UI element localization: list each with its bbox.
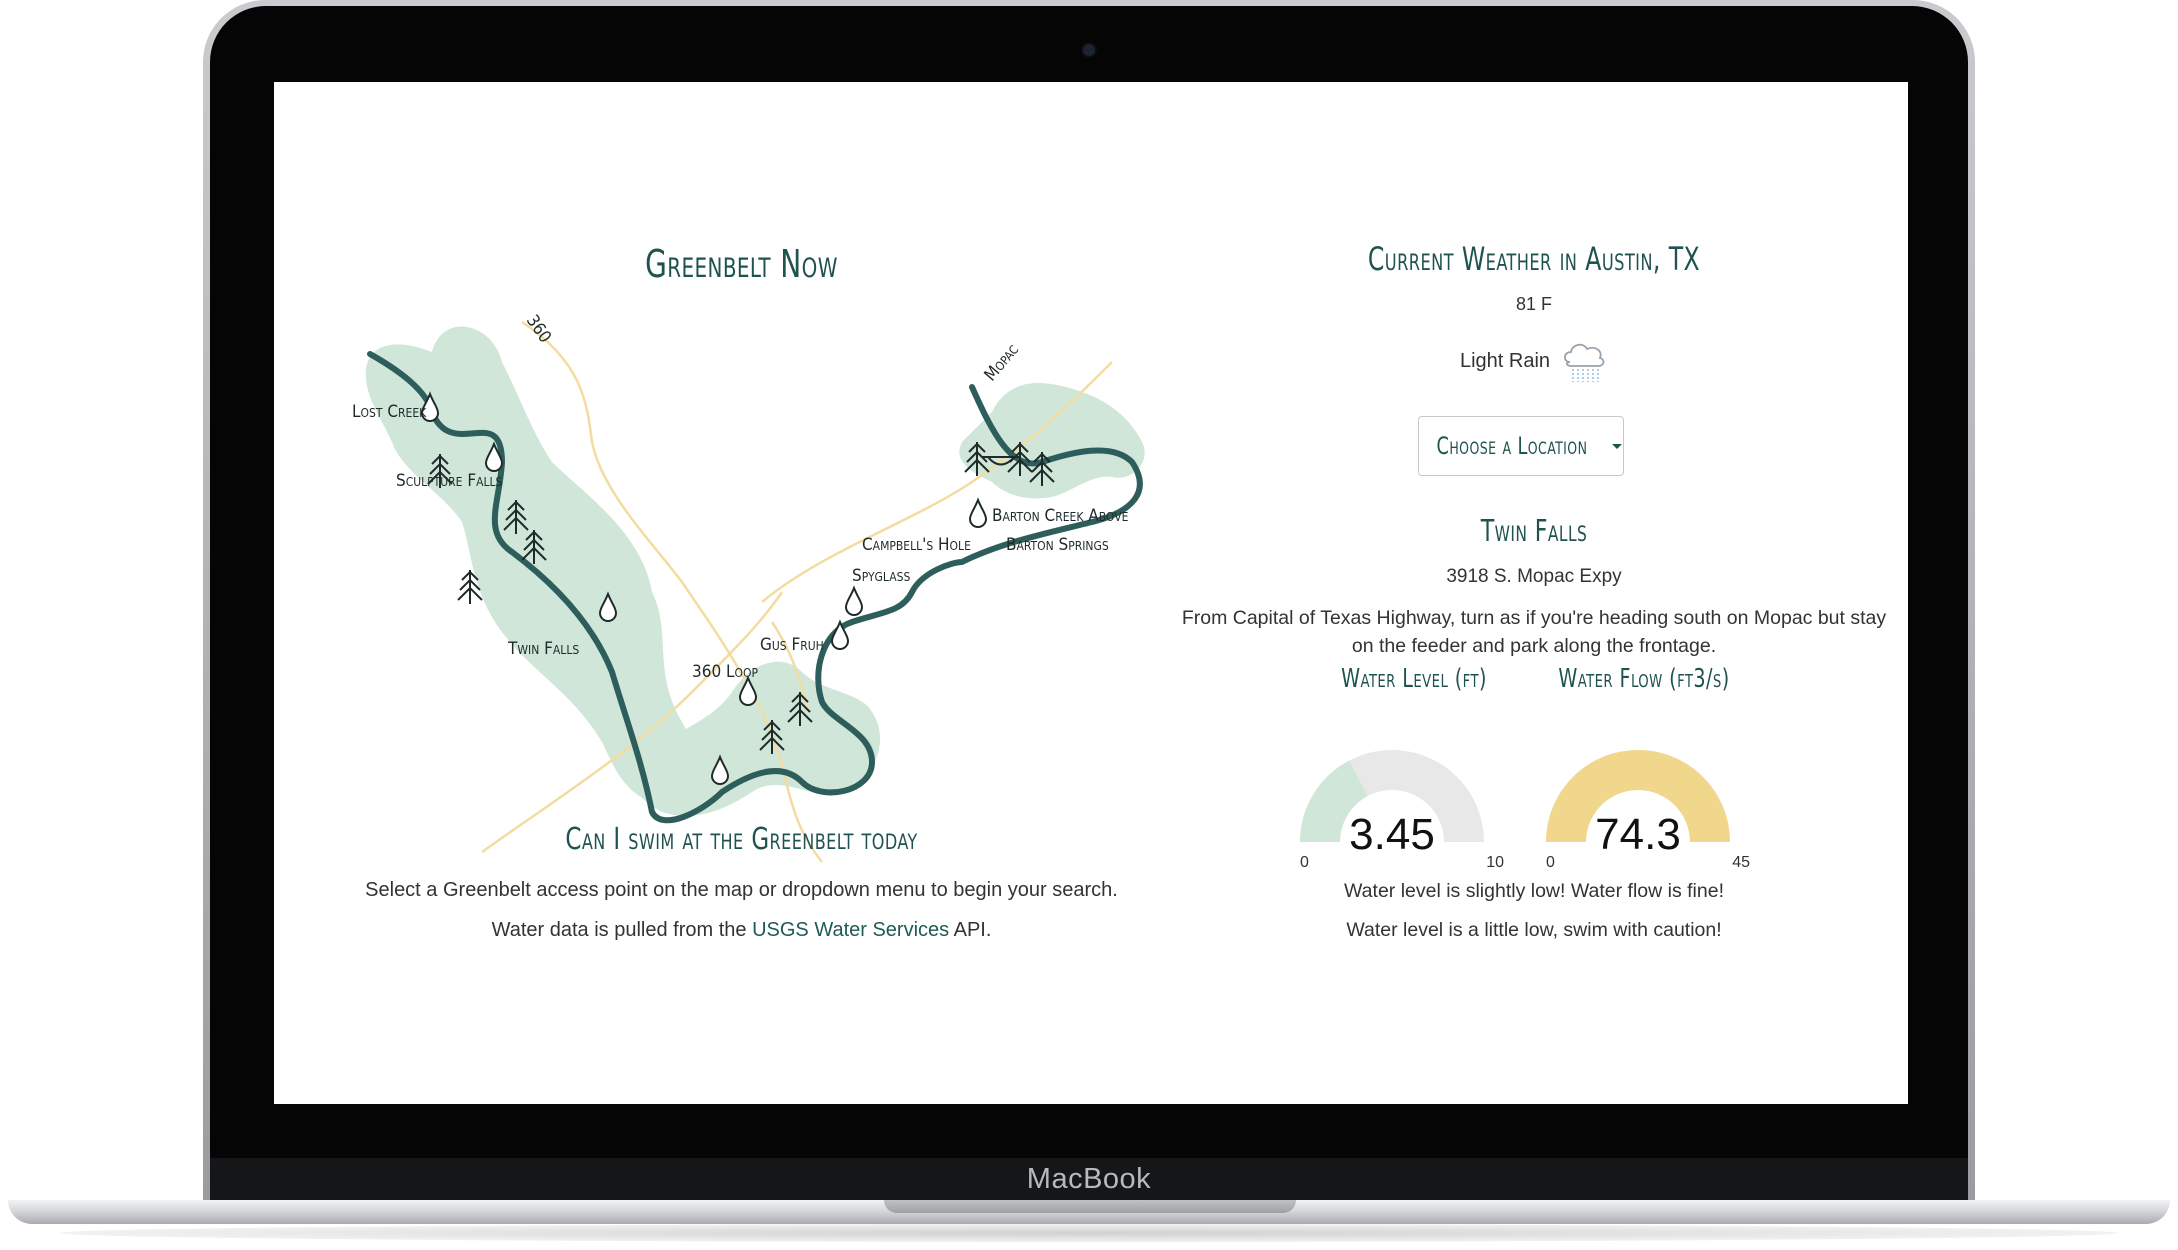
temperature: 81 F	[1515, 294, 1553, 314]
gauge-max-label: 45	[1732, 854, 1750, 871]
gauge-value: 3.45	[1349, 810, 1435, 859]
map-location-barton-creek-above[interactable]: Barton Creek Above	[992, 506, 1129, 526]
map-location-barton-springs[interactable]: Barton Springs	[1006, 535, 1109, 555]
map-location-sculpture-falls[interactable]: Sculpture Falls	[396, 471, 503, 491]
water-level-gauge: 3.45 0 10	[1292, 742, 1504, 872]
chevron-down-icon	[1611, 443, 1622, 449]
base-shadow	[60, 1224, 2118, 1242]
location-directions: From Capital of Texas Highway, turn as i…	[1181, 607, 1887, 657]
map-location-gus-fruh[interactable]: Gus Fruh	[760, 635, 824, 655]
road-label-mopac: Mopac	[981, 340, 1023, 385]
map-location-twin-falls[interactable]: Twin Falls	[507, 639, 579, 659]
greenbelt-map: 360 Mopac Lost Creek Sculpture Falls Twi…	[352, 311, 1145, 863]
water-status-line-1: Water level is slightly low! Water flow …	[1344, 880, 1724, 902]
map-location-360-loop[interactable]: 360 Loop	[692, 662, 759, 682]
map-location-campbells-hole[interactable]: Campbell's Hole	[862, 535, 971, 555]
rain-cloud-icon	[1564, 343, 1605, 382]
dropdown-label: Choose a Location	[1436, 432, 1588, 460]
location-address: 3918 S. Mopac Expy	[1446, 566, 1622, 587]
location-dropdown[interactable]: Choose a Location	[1418, 416, 1624, 476]
usgs-link[interactable]: USGS Water Services	[752, 919, 949, 941]
device-brand-label: MacBook	[1026, 1163, 1152, 1195]
opening-notch	[884, 1200, 1296, 1213]
weather-condition: Light Rain	[1459, 349, 1551, 372]
web-page: Greenbelt Now 360 Mopac Lost Creek Sculp…	[274, 82, 1908, 1104]
water-flow-title: Water Flow (ft3/s)	[1558, 664, 1730, 694]
gauge-value: 74.3	[1595, 810, 1681, 859]
swim-question-heading: Can I swim at the Greenbelt today	[565, 822, 918, 857]
road-label-360: 360	[522, 311, 555, 346]
intro-text: Select a Greenbelt access point on the m…	[365, 879, 1118, 901]
location-name: Twin Falls	[1480, 514, 1588, 549]
gauge-max-label: 10	[1486, 854, 1504, 871]
water-flow-gauge: 74.3 0 45	[1538, 742, 1750, 872]
map-location-lost-creek[interactable]: Lost Creek	[352, 402, 427, 422]
gauge-min-label: 0	[1300, 854, 1309, 871]
data-source-text: Water data is pulled from the USGS Water…	[274, 919, 1209, 942]
water-status-line-2: Water level is a little low, swim with c…	[1346, 919, 1722, 941]
page-title: Greenbelt Now	[645, 242, 838, 286]
water-level-title: Water Level (ft)	[1341, 664, 1487, 694]
source-prefix: Water data is pulled from the	[491, 919, 753, 941]
weather-title: Current Weather in Austin, TX	[1367, 240, 1701, 278]
source-suffix: API.	[949, 919, 992, 941]
weather-condition-row: Light Rain	[1209, 338, 1859, 384]
map-location-spyglass[interactable]: Spyglass	[852, 566, 910, 586]
gauge-min-label: 0	[1546, 854, 1555, 871]
camera-icon	[1083, 44, 1095, 56]
